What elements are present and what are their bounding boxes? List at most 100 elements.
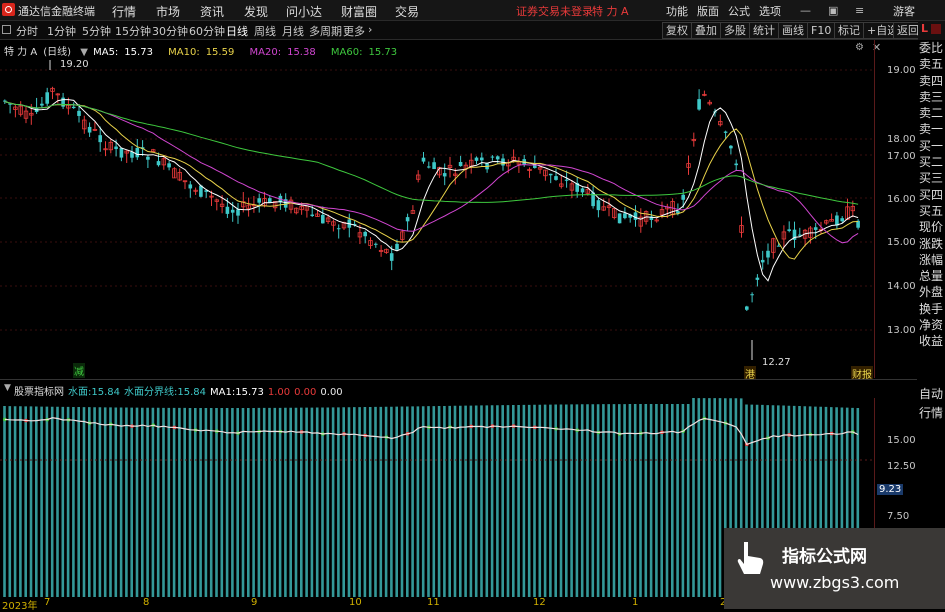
quote-field-12[interactable]: 涨跌	[917, 236, 945, 252]
candle-body	[580, 188, 585, 193]
quote-field-16[interactable]: 换手	[917, 301, 945, 317]
quote-field-13[interactable]: 涨幅	[917, 252, 945, 268]
candle-body	[840, 218, 844, 222]
watermark-banner: 指标公式网 www.zbgs3.com	[724, 528, 945, 609]
menu-wealth-circle[interactable]: 财富圈	[341, 3, 377, 20]
quote-field-8[interactable]: 买三	[917, 170, 945, 186]
menu-quotes[interactable]: 行情	[112, 3, 136, 20]
btn-statistics[interactable]: 统计	[749, 22, 779, 39]
indicator-item: MA1:15.73	[210, 387, 264, 398]
menu-formula[interactable]: 公式	[728, 3, 750, 19]
candle-body	[336, 228, 341, 230]
menu-bar: 通达信金融终端 行情 市场 资讯 发现 问小达 财富圈 交易 证券交易未登录 特…	[0, 0, 945, 21]
current-stock-name: 特 力 A	[592, 5, 629, 18]
period-daily[interactable]: 日线	[226, 23, 248, 39]
quote-field-6[interactable]: 买一	[917, 138, 945, 154]
period-60min[interactable]: 60分钟	[189, 23, 225, 39]
candle-body	[474, 157, 479, 161]
y-tick: 12.50	[887, 461, 916, 472]
candle-body	[167, 163, 171, 168]
candle-body	[87, 126, 92, 133]
y-tick: 13.00	[887, 325, 916, 336]
candle-body	[723, 131, 728, 133]
reduce-holding-flag[interactable]: 减	[73, 363, 85, 378]
period-1min[interactable]: 1分钟	[47, 23, 76, 39]
menu-functions[interactable]: 功能	[666, 3, 688, 19]
candle-body	[442, 173, 447, 177]
watermark-title: 指标公式网	[782, 547, 867, 567]
btn-f10[interactable]: F10	[807, 22, 836, 39]
quote-side-panel: 委比 卖五 卖四 卖三 卖二 卖一 买一 买二 买三 买四 买五 现价 涨跌 涨幅 总量 外盘 换手 净资 收益	[917, 40, 945, 350]
menu-trade[interactable]: 交易	[395, 3, 419, 20]
minimize-icon[interactable]: —	[800, 4, 811, 17]
guest-user[interactable]: 游客	[893, 3, 915, 19]
indicator-value-box: 9.23	[877, 484, 904, 495]
period-more[interactable]: 更多	[343, 23, 365, 39]
menu-discover[interactable]: 发现	[244, 3, 268, 20]
indicator-name[interactable]: 股票指标网	[14, 383, 64, 398]
quote-field-18[interactable]: 收益	[917, 333, 945, 349]
btn-draw[interactable]: 画线	[778, 22, 808, 39]
indicator-values: 水面:15.84 水面分界线:15.84 MA1:15.73 1.00 0.00 0.00	[68, 383, 347, 398]
checkbox-icon[interactable]	[2, 25, 11, 34]
menu-ask-assistant[interactable]: 问小达	[286, 3, 322, 20]
candle-body	[146, 156, 150, 160]
candle-body	[3, 100, 7, 102]
menu-options[interactable]: 选项	[759, 3, 781, 19]
y-tick: 19.00	[887, 65, 916, 76]
candle-body	[421, 157, 426, 162]
kline-chart[interactable]	[0, 40, 917, 378]
date-label: 8	[143, 597, 150, 608]
period-monthly[interactable]: 月线	[282, 23, 304, 39]
menu-news[interactable]: 资讯	[200, 3, 224, 20]
quote-field-14[interactable]: 总量	[917, 268, 945, 284]
quote-field-4[interactable]: 卖二	[917, 105, 945, 121]
side-tab-1[interactable]: 行情	[917, 404, 945, 423]
quote-field-0[interactable]: 委比	[917, 40, 945, 56]
candle-body	[374, 243, 378, 245]
chevron-down-icon[interactable]: ▼	[4, 383, 11, 393]
quote-field-11[interactable]: 现价	[917, 219, 945, 235]
period-multi[interactable]: 多周期	[309, 23, 342, 39]
date-label: 1	[632, 597, 639, 608]
period-30min[interactable]: 30分钟	[152, 23, 188, 39]
period-weekly[interactable]: 周线	[254, 23, 276, 39]
chevron-right-icon[interactable]: ›	[368, 23, 372, 36]
quote-field-1[interactable]: 卖五	[917, 56, 945, 72]
candle-body	[617, 213, 622, 224]
y-tick: 15.00	[887, 237, 916, 248]
btn-overlay[interactable]: 叠加	[691, 22, 721, 39]
candle-body	[798, 234, 802, 236]
quote-field-5[interactable]: 卖一	[917, 121, 945, 137]
period-15min[interactable]: 15分钟	[115, 23, 151, 39]
candle-body	[548, 173, 553, 176]
side-tab-0[interactable]: 自动	[917, 385, 945, 404]
candle-body	[230, 209, 235, 213]
candle-body	[61, 97, 65, 107]
candle-body	[623, 213, 627, 219]
quote-field-9[interactable]: 买四	[917, 187, 945, 203]
menu-market[interactable]: 市场	[156, 3, 180, 20]
candle-body	[554, 176, 558, 180]
menu-layout[interactable]: 版面	[697, 3, 719, 19]
btn-adjust[interactable]: 复权	[662, 22, 692, 39]
restore-icon[interactable]: ▣	[828, 4, 838, 17]
quote-field-10[interactable]: 买五	[917, 203, 945, 219]
quote-field-2[interactable]: 卖四	[917, 73, 945, 89]
quote-field-17[interactable]: 净资	[917, 317, 945, 333]
candle-body	[321, 214, 325, 224]
quote-field-15[interactable]: 外盘	[917, 284, 945, 300]
quote-field-7[interactable]: 买二	[917, 154, 945, 170]
main-y-axis: 19.00 18.00 17.00 16.00 15.00 14.00 13.0…	[874, 40, 919, 378]
candle-body	[98, 135, 102, 143]
btn-multi-stock[interactable]: 多股	[720, 22, 750, 39]
candle-body	[755, 277, 760, 280]
candle-body	[135, 147, 140, 158]
lv-badge: L	[918, 21, 945, 40]
period-intraday[interactable]: 分时	[16, 23, 38, 39]
settings-icon[interactable]: ≡	[855, 4, 864, 17]
btn-mark[interactable]: 标记	[834, 22, 864, 39]
quote-field-3[interactable]: 卖三	[917, 89, 945, 105]
period-5min[interactable]: 5分钟	[82, 23, 111, 39]
login-status[interactable]: 证券交易未登录	[516, 3, 593, 19]
